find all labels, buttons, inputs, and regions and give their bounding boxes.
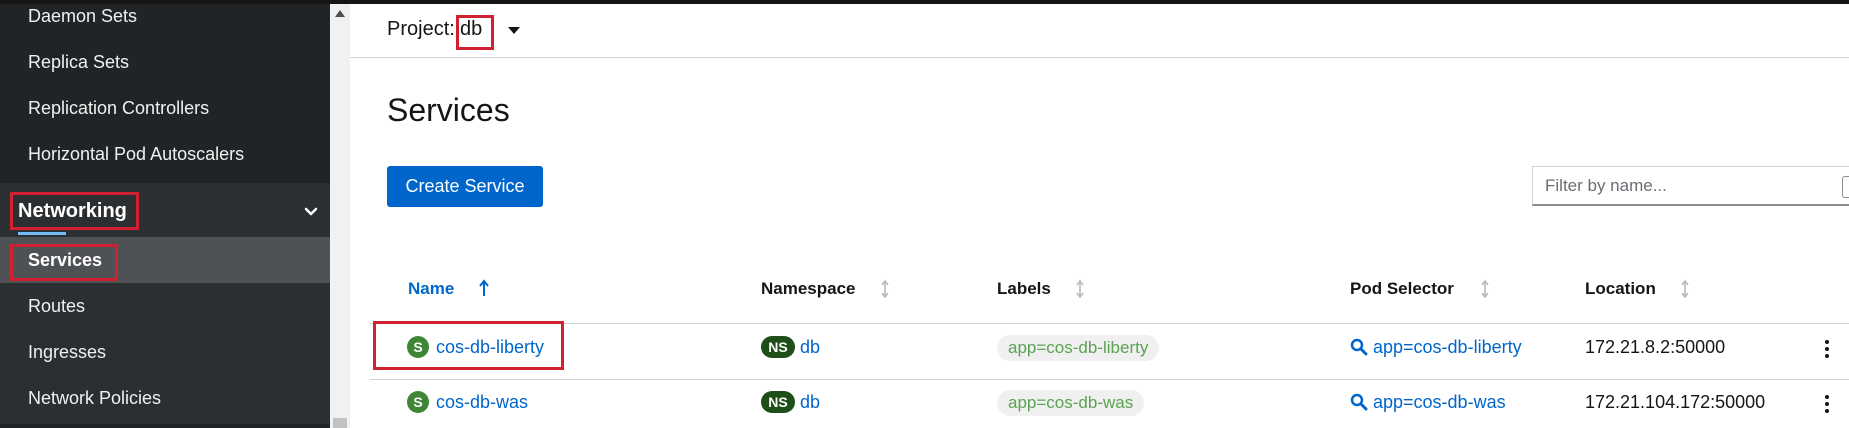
caret-down-icon[interactable] xyxy=(508,27,520,34)
chevron-down-icon[interactable] xyxy=(303,204,319,220)
row-divider xyxy=(370,379,1849,380)
kebab-icon[interactable] xyxy=(1824,340,1830,360)
sidebar-item-network-policies[interactable]: Network Policies xyxy=(28,386,161,410)
scroll-up-arrow-icon[interactable] xyxy=(335,10,345,17)
project-bar xyxy=(350,4,1849,58)
sort-icon[interactable] xyxy=(1075,279,1085,299)
section-underline xyxy=(18,232,66,235)
column-header-name[interactable]: Name xyxy=(408,279,454,299)
label-pill[interactable]: app=cos-db-was xyxy=(997,390,1145,416)
search-icon xyxy=(1350,393,1368,411)
location-value: 172.21.8.2:50000 xyxy=(1585,337,1726,357)
service-badge-icon: S xyxy=(407,391,429,413)
filter-input[interactable] xyxy=(1545,174,1805,198)
sort-icon[interactable] xyxy=(880,279,890,299)
location-value: 172.21.104.172:50000 xyxy=(1585,392,1766,412)
highlight-networking xyxy=(10,192,139,230)
pod-selector-link[interactable]: app=cos-db-liberty xyxy=(1373,336,1522,358)
search-icon xyxy=(1350,338,1368,356)
row-divider xyxy=(370,323,1849,324)
sidebar-item-replica-sets[interactable]: Replica Sets xyxy=(28,50,129,74)
sort-icon[interactable] xyxy=(1680,279,1690,299)
sort-icon[interactable] xyxy=(1480,279,1490,299)
kebab-icon[interactable] xyxy=(1824,395,1830,415)
namespace-link[interactable]: db xyxy=(800,336,820,358)
highlight-project xyxy=(456,15,494,50)
service-name-link[interactable]: cos-db-was xyxy=(436,391,528,413)
sidebar-item-ingresses[interactable]: Ingresses xyxy=(28,340,106,364)
highlight-services xyxy=(10,244,118,281)
column-header-labels[interactable]: Labels xyxy=(997,279,1051,299)
namespace-badge-icon: NS xyxy=(761,391,795,413)
column-header-location[interactable]: Location xyxy=(1585,279,1656,299)
column-header-namespace[interactable]: Namespace xyxy=(761,279,856,299)
page-title: Services xyxy=(387,92,510,128)
sidebar-item-routes[interactable]: Routes xyxy=(28,294,85,318)
filter-toggle[interactable] xyxy=(1842,176,1849,198)
scroll-thumb[interactable] xyxy=(333,418,347,428)
sidebar-item-replication-controllers[interactable]: Replication Controllers xyxy=(28,96,209,120)
sidebar-item-horizontal-pod-autoscalers[interactable]: Horizontal Pod Autoscalers xyxy=(28,142,244,166)
namespace-link[interactable]: db xyxy=(800,391,820,413)
label-pill[interactable]: app=cos-db-liberty xyxy=(997,335,1160,361)
sidebar-item-daemon-sets[interactable]: Daemon Sets xyxy=(28,4,137,28)
scrollbar[interactable] xyxy=(330,4,350,428)
sort-up-icon[interactable] xyxy=(479,279,489,299)
create-service-button[interactable]: Create Service xyxy=(387,166,543,207)
column-header-pod-selector[interactable]: Pod Selector xyxy=(1350,279,1454,299)
namespace-badge-icon: NS xyxy=(761,336,795,358)
project-label: Project: xyxy=(387,18,455,40)
highlight-service-row xyxy=(373,321,564,370)
pod-selector-link[interactable]: app=cos-db-was xyxy=(1373,391,1506,413)
